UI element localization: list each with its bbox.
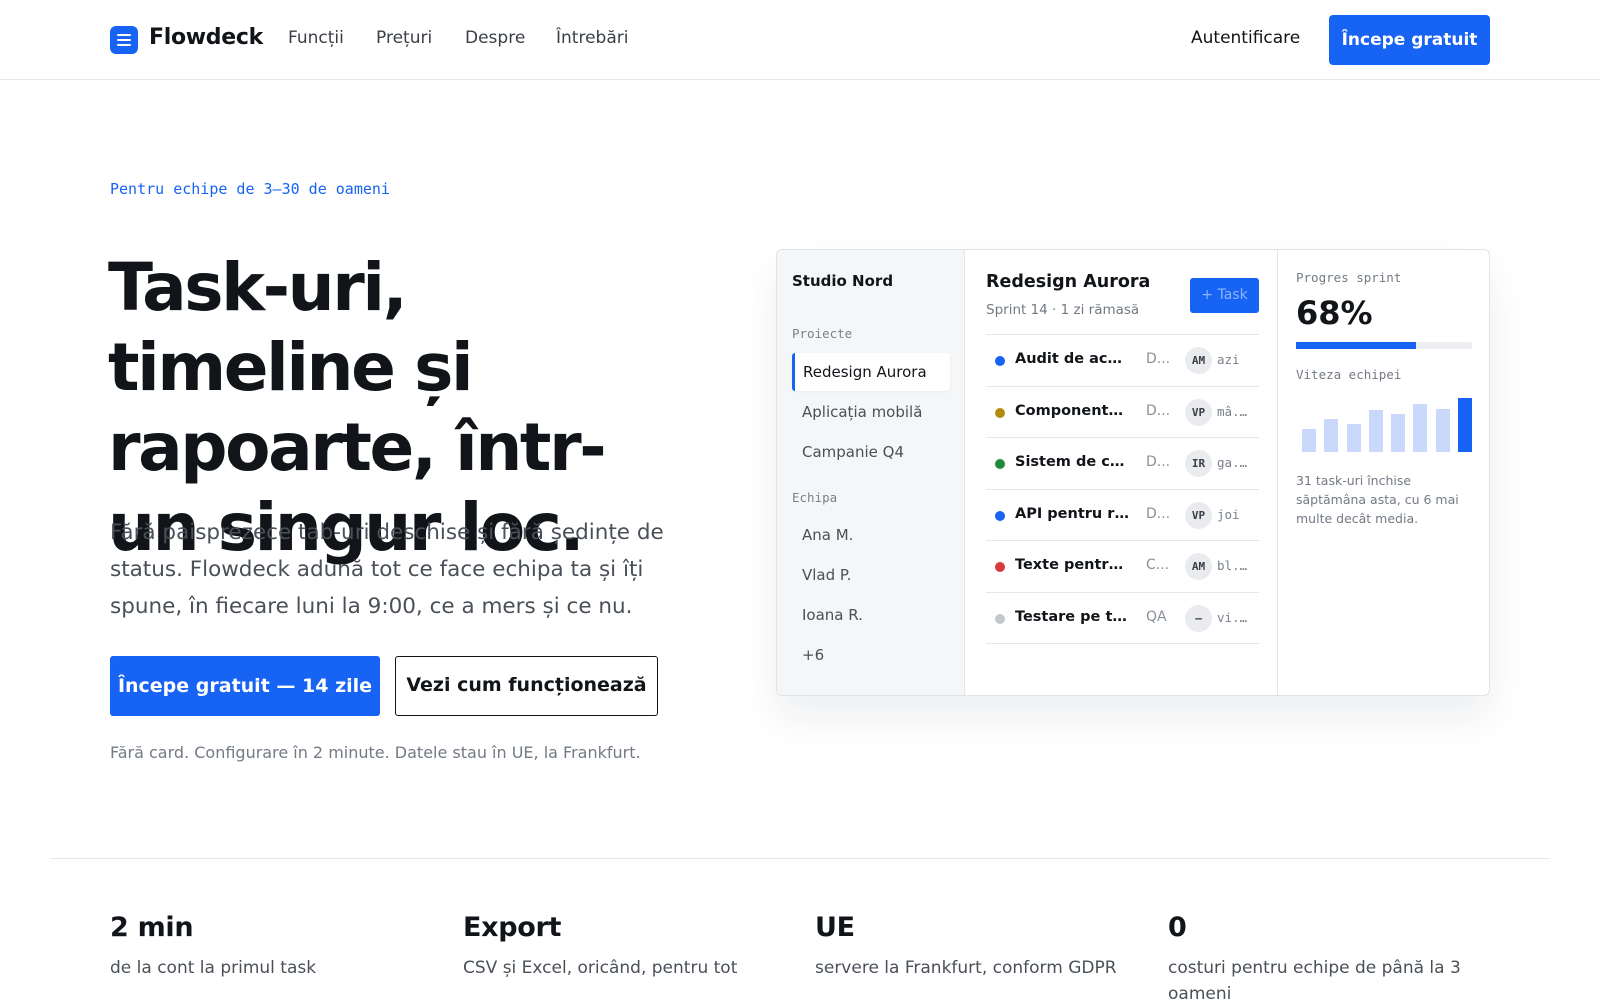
sidebar-item-more-members[interactable]: +6 [792,636,950,674]
login-link[interactable]: Autentificare [1191,28,1300,48]
velocity-bar [1458,398,1472,452]
assignee-avatar: AM [1185,553,1212,580]
progress-bar [1296,342,1472,349]
task-row[interactable]: API pentru ra... D... VP joi [986,490,1259,541]
task-status-dot [995,562,1005,572]
task-tag: D... [1146,402,1171,419]
stat-label: servere la Frankfurt, conform GDPR [815,958,1117,978]
sidebar-item-member[interactable]: Ana M. [792,516,950,554]
stat-value: 0 [1168,912,1187,943]
velocity-bar [1302,429,1316,452]
projects-section-label: Proiecte [792,326,853,341]
task-name: Sistem de cul... [1015,454,1129,470]
stat-label: de la cont la primul task [110,958,317,978]
task-name: API pentru ra... [1015,505,1129,522]
task-name: Audit de acce... [1015,351,1129,367]
section-divider [50,858,1550,859]
app-sidebar: Studio Nord Proiecte Redesign Aurora Apl… [777,250,965,695]
task-row[interactable]: Sistem de cul... D... IR ga... [986,438,1259,490]
velocity-bar [1368,409,1383,452]
hero-lead: Fără paisprezece tab-uri deschise și făr… [110,520,664,619]
how-it-works-button[interactable]: Vezi cum funcționează [395,656,658,716]
stat-value: 2 min [110,912,194,943]
task-status-dot [995,459,1005,469]
logo-icon[interactable] [110,26,138,54]
task-list: Audit de acce... D... AM azi Componente ... D… [986,334,1259,644]
task-name: Componente ... [1015,402,1129,419]
hero-eyebrow: Pentru echipe de 3–30 de oameni [110,180,390,198]
task-due: vi... [1217,609,1253,625]
velocity-bar [1346,423,1361,452]
progress-label: Progres sprint [1296,270,1402,285]
task-tag: QA [1146,608,1167,625]
velocity-bar [1413,404,1428,452]
velocity-bar [1391,414,1406,452]
task-row[interactable]: Testare pe tel... QA — vi... [986,593,1259,644]
task-status-dot [995,613,1005,624]
assignee-avatar: AM [1185,347,1212,374]
stats-panel: Progres sprint 68% Viteza echipei 31 tas… [1278,250,1489,695]
progress-value: 68% [1296,294,1373,332]
nav-link-functii[interactable]: Funcții [288,28,344,48]
app-preview: Studio Nord Proiecte Redesign Aurora Apl… [776,249,1490,696]
velocity-label: Viteza echipei [1296,367,1402,382]
task-due: azi [1217,352,1240,367]
start-free-button[interactable]: Începe gratuit [1329,15,1490,65]
stat-label: costuri pentru echipe de până la 3 oamen… [1168,958,1461,1000]
velocity-bar [1324,418,1339,452]
task-tag: D... [1146,454,1171,470]
hero-fineprint: Fără card. Configurare în 2 minute. Date… [110,743,641,762]
add-task-button[interactable]: + Task [1190,278,1259,313]
task-tag: D... [1146,505,1171,522]
sidebar-item-member[interactable]: Vlad P. [792,556,950,594]
task-row[interactable]: Audit de acce... D... AM azi [986,335,1259,387]
task-status-dot [995,407,1005,418]
sidebar-item-project[interactable]: Aplicația mobilă [792,393,950,431]
nav-link-preturi[interactable]: Prețuri [376,28,432,48]
sidebar-item-member[interactable]: Ioana R. [792,596,950,634]
nav-link-intrebari[interactable]: Întrebări [556,28,628,48]
task-name: Texte pentru ... [1015,557,1129,573]
start-trial-button[interactable]: Începe gratuit — 14 zile [110,656,380,716]
workspace-name: Studio Nord [792,272,894,290]
progress-bar-fill [1296,342,1416,349]
task-due: mâ... [1217,403,1253,419]
task-due: ga... [1217,455,1253,470]
top-nav: Flowdeck Funcții Prețuri Despre Întrebăr… [0,0,1600,80]
task-tag: D... [1146,351,1171,367]
task-due: bl... [1217,558,1253,573]
task-status-dot [995,510,1005,521]
stat-value: Export [463,912,562,943]
velocity-bar [1435,408,1450,452]
velocity-note: 31 task-uri închise săptămâna asta, cu 6… [1296,473,1459,526]
task-row[interactable]: Texte pentru ... C... AM bl... [986,541,1259,593]
assignee-avatar: IR [1185,450,1212,477]
sidebar-item-project[interactable]: Redesign Aurora [792,353,950,391]
task-panel: Redesign Aurora Sprint 14 · 1 zi rămasă … [965,250,1278,695]
stat-label: CSV și Excel, oricând, pentru tot [463,958,738,978]
task-row[interactable]: Componente ... D... VP mâ... [986,387,1259,438]
assignee-avatar: — [1185,604,1212,632]
assignee-avatar: VP [1185,501,1212,529]
nav-link-despre[interactable]: Despre [465,28,525,48]
brand-name[interactable]: Flowdeck [149,25,263,50]
team-section-label: Echipa [792,490,838,505]
task-tag: C... [1146,557,1170,573]
velocity-chart [1302,398,1472,452]
task-name: Testare pe tel... [1015,608,1129,625]
project-subtitle: Sprint 14 · 1 zi rămasă [986,302,1140,318]
stat-value: UE [815,912,855,943]
task-due: joi [1217,506,1240,522]
task-status-dot [995,356,1005,366]
project-title: Redesign Aurora [986,272,1151,292]
assignee-avatar: VP [1185,398,1212,426]
sidebar-item-project[interactable]: Campanie Q4 [792,433,950,471]
